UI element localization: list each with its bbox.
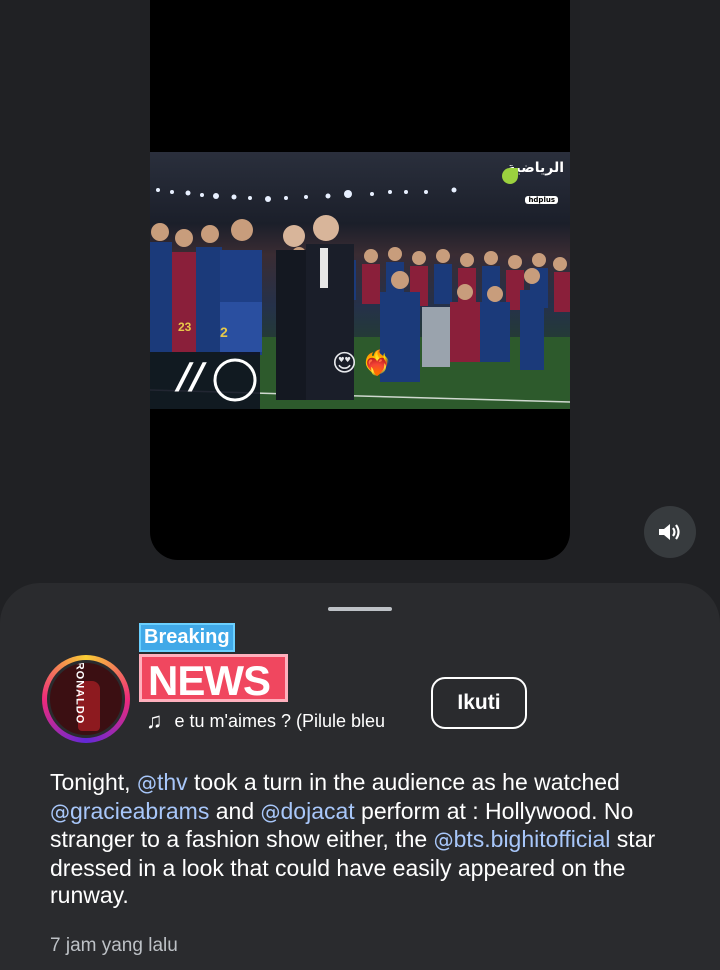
breaking-label: Breaking <box>139 623 235 652</box>
mention-link[interactable]: @bts.bighitofficial <box>434 826 611 852</box>
video-player[interactable]: // 23 2 الرياضية hdplus 😍 ❤️‍🔥 <box>150 0 570 560</box>
caption-text: took a turn in the audience as he watche… <box>187 769 620 795</box>
heart-on-fire-emoji: ❤️‍🔥 <box>362 350 392 377</box>
story-ring[interactable]: RONALDO <box>42 655 130 743</box>
jersey-number: 2 <box>220 324 228 340</box>
leaf-icon <box>502 168 518 184</box>
mention-text: dojacat <box>280 797 355 824</box>
mention-link[interactable]: @dojacat <box>261 798 355 824</box>
threads-at-icon: @ <box>433 828 454 852</box>
mention-link[interactable]: @thv <box>137 769 188 795</box>
threads-at-icon: @ <box>50 799 70 824</box>
heart-eyes-emoji: 😍 <box>332 350 358 377</box>
caption-text: and <box>209 797 261 824</box>
post-details-sheet: RONALDO Breaking NEWS ♫ e tu m'aimes ? (… <box>0 583 720 970</box>
music-info[interactable]: ♫ e tu m'aimes ? (Pilule bleu <box>146 708 414 734</box>
channel-logo-sub: hdplus <box>525 196 558 204</box>
drag-handle[interactable] <box>328 607 392 611</box>
news-label: NEWS <box>139 654 288 704</box>
video-frame[interactable]: // 23 2 الرياضية hdplus 😍 ❤️‍🔥 <box>150 152 570 409</box>
channel-logo: الرياضية hdplus <box>500 160 564 204</box>
mention-text: thv <box>156 769 188 795</box>
mention-link[interactable]: @gracieabrams <box>50 798 209 824</box>
post-caption: Tonight, @thv took a turn in the audienc… <box>50 769 690 910</box>
music-title: e tu m'aimes ? (Pilule bleu <box>174 710 386 731</box>
avatar[interactable]: RONALDO <box>47 660 125 738</box>
post-timestamp: 7 jam yang lalu <box>50 935 178 956</box>
follow-button[interactable]: Ikuti <box>431 677 527 729</box>
mention-text: bts.bighitofficial <box>453 826 611 852</box>
threads-at-icon: @ <box>260 799 281 824</box>
speaker-volume-icon <box>659 524 680 540</box>
jersey-number: 23 <box>178 320 192 334</box>
mention-text: gracieabrams <box>70 797 210 824</box>
avatar-text: RONALDO <box>73 661 86 725</box>
svg-text://: // <box>174 356 207 397</box>
threads-at-icon: @ <box>136 771 157 795</box>
sound-toggle-button[interactable] <box>644 506 696 558</box>
caption-text: Tonight, <box>50 769 137 795</box>
music-note-icon: ♫ <box>146 708 163 733</box>
